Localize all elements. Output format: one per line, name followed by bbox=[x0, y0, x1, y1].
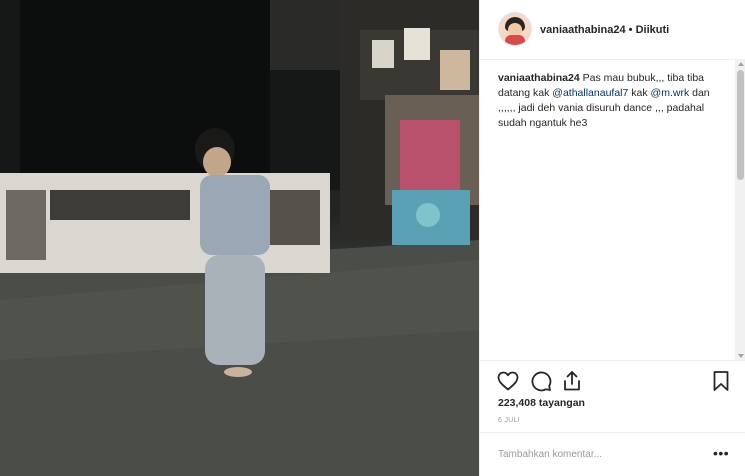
comment-input[interactable]: Tambahkan komentar... bbox=[498, 449, 602, 460]
mention-link[interactable]: @m.wrk bbox=[651, 87, 690, 99]
post-video[interactable] bbox=[0, 0, 479, 476]
post-caption: vaniaathabina24 Pas mau bubuk,,, tiba ti… bbox=[498, 71, 726, 131]
caption-text-2: kak bbox=[628, 87, 651, 99]
comment-icon[interactable] bbox=[529, 369, 553, 393]
avatar[interactable] bbox=[499, 13, 531, 45]
bookmark-icon[interactable] bbox=[709, 369, 733, 393]
video-frame bbox=[0, 0, 479, 476]
follow-button[interactable]: Diikuti bbox=[636, 24, 670, 36]
heart-icon[interactable] bbox=[496, 369, 520, 393]
more-options-icon[interactable]: ••• bbox=[713, 445, 729, 461]
post-date: 6 JULI bbox=[498, 417, 521, 424]
comment-box: Tambahkan komentar... ••• bbox=[480, 432, 745, 476]
view-count[interactable]: 223,408 tayangan bbox=[498, 397, 585, 409]
post-details-panel: vaniaathabina24 • Diikuti vaniaathabina2… bbox=[479, 0, 745, 476]
share-icon[interactable] bbox=[560, 369, 584, 393]
separator: • bbox=[625, 24, 636, 36]
scroll-up-arrow-icon[interactable] bbox=[738, 62, 744, 66]
username-link[interactable]: vaniaathabina24 bbox=[540, 24, 626, 36]
action-bar bbox=[480, 360, 745, 396]
scrollbar-thumb[interactable] bbox=[737, 70, 744, 180]
caption-username[interactable]: vaniaathabina24 bbox=[498, 72, 580, 84]
scroll-down-arrow-icon[interactable] bbox=[738, 354, 744, 358]
scrollbar[interactable] bbox=[735, 60, 745, 360]
post-header: vaniaathabina24 • Diikuti bbox=[480, 0, 745, 60]
mention-link[interactable]: @athallanaufal7 bbox=[552, 87, 628, 99]
header-username-row: vaniaathabina24 • Diikuti bbox=[540, 24, 669, 36]
